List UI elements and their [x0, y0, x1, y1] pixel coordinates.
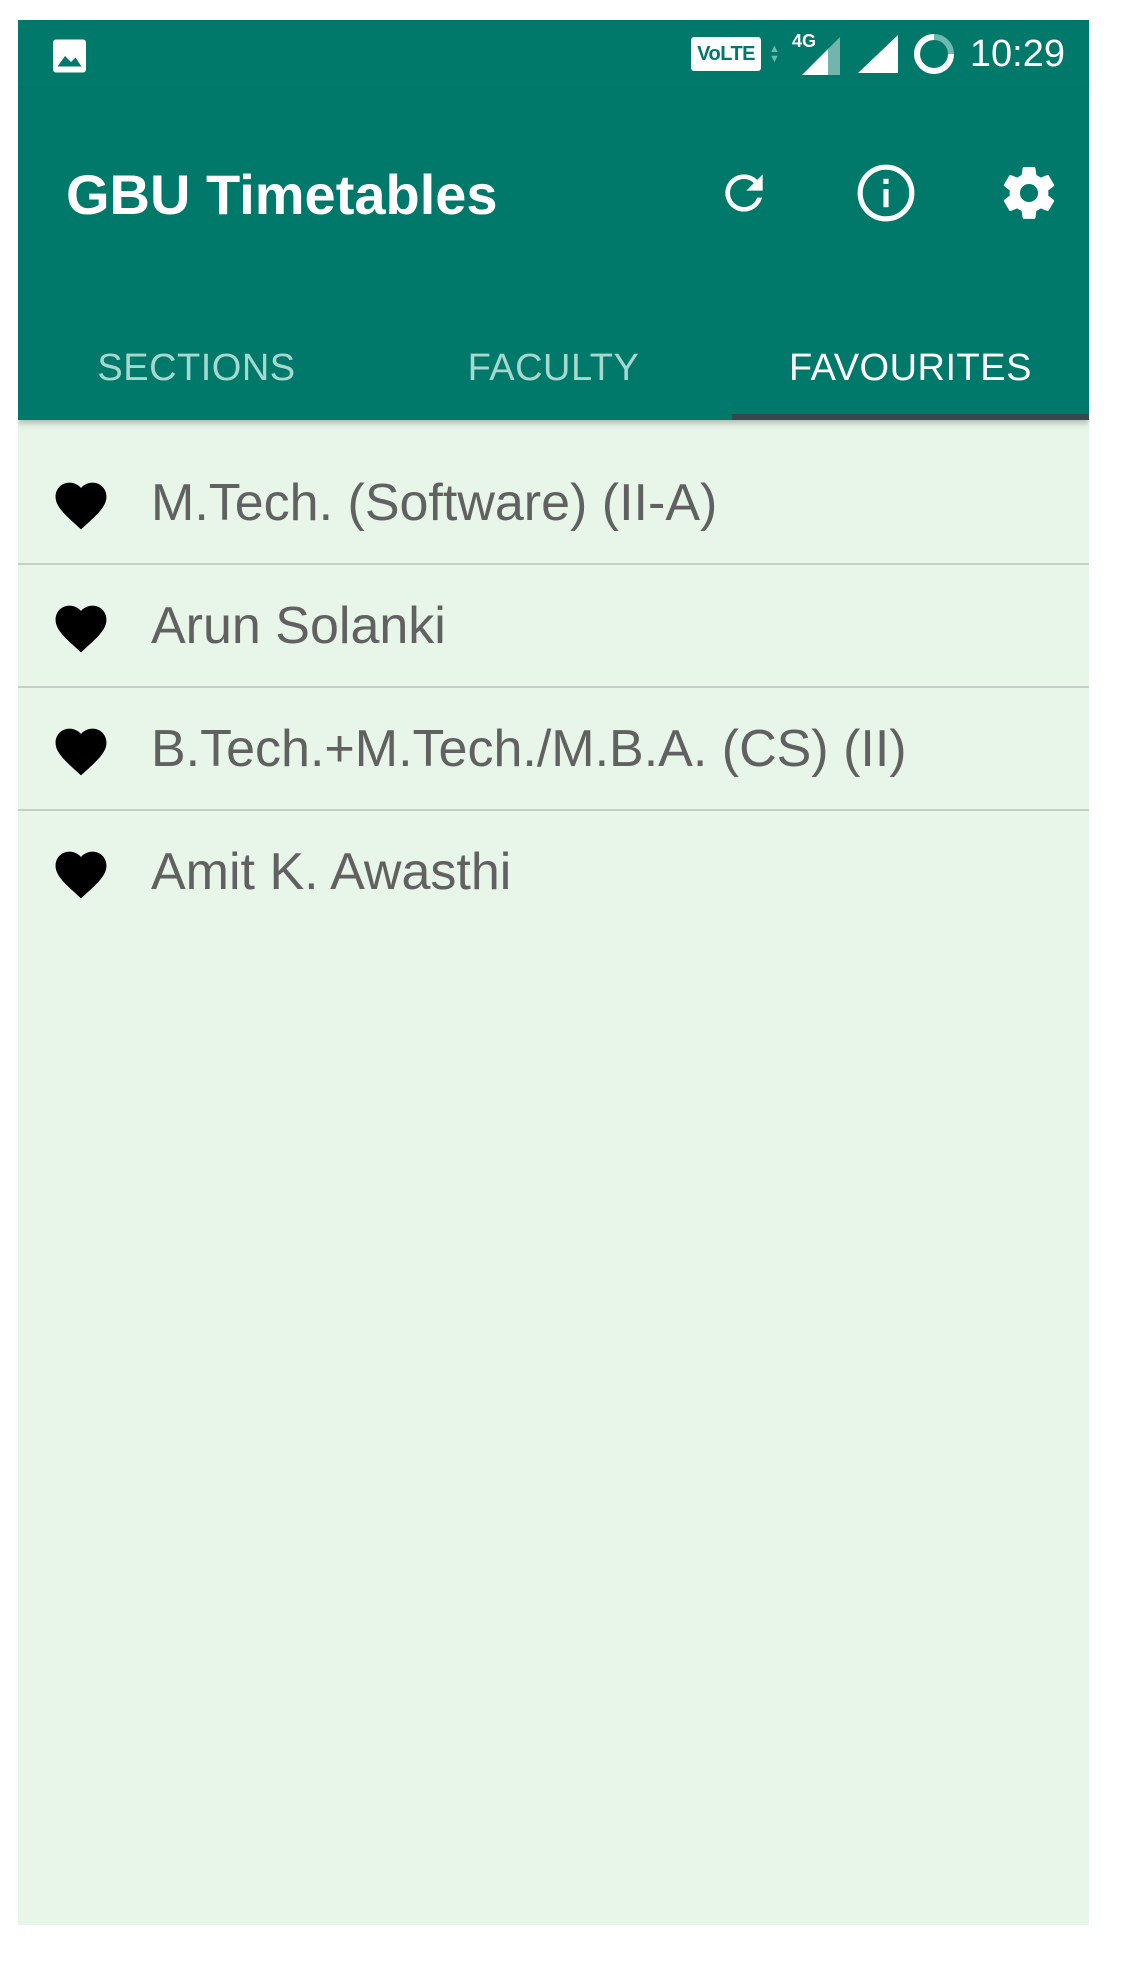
settings-icon [1003, 167, 1055, 219]
refresh-icon [725, 174, 763, 212]
app-title: GBU Timetables [66, 163, 498, 226]
list-item-label: Arun Solanki [151, 596, 446, 655]
battery-loading-icon [913, 34, 954, 74]
favourites-list: M.Tech. (Software) (II-A) Arun Solanki B… [18, 442, 1089, 932]
refresh-button[interactable] [709, 158, 779, 228]
list-item[interactable]: M.Tech. (Software) (II-A) [18, 442, 1089, 565]
heart-icon[interactable] [50, 721, 112, 777]
data-activity-icon: ▲ ▼ [769, 43, 780, 65]
list-item-label: B.Tech.+M.Tech./M.B.A. (CS) (II) [151, 719, 907, 778]
signal-icon [857, 35, 898, 73]
heart-icon[interactable] [50, 844, 112, 900]
cellular-4g-icon: 4G [792, 31, 840, 75]
tab-bar: SECTIONS FACULTY FAVOURITES [18, 316, 1089, 420]
info-icon [857, 164, 915, 222]
list-item-label: Amit K. Awasthi [151, 842, 512, 901]
heart-icon[interactable] [50, 475, 112, 531]
phone-screen: VoLTE ▲ ▼ 4G 10:29 GBU Timetables SECTIO… [18, 20, 1089, 1925]
heart-icon[interactable] [50, 598, 112, 654]
volte-badge: VoLTE [691, 37, 762, 71]
tab-faculty[interactable]: FACULTY [375, 316, 732, 420]
status-bar: VoLTE ▲ ▼ 4G 10:29 [18, 20, 1089, 88]
info-button[interactable] [851, 158, 921, 228]
settings-button[interactable] [994, 158, 1064, 228]
list-item[interactable]: Amit K. Awasthi [18, 811, 1089, 932]
status-time: 10:29 [969, 32, 1065, 75]
gallery-notification-icon [53, 39, 86, 73]
network-type-label: 4G [792, 31, 816, 51]
status-icons: VoLTE ▲ ▼ 4G 10:29 [691, 20, 1065, 88]
tab-sections[interactable]: SECTIONS [18, 316, 375, 420]
list-item[interactable]: Arun Solanki [18, 565, 1089, 688]
app-bar: GBU Timetables SECTIONS FACULTY FAVOURIT… [18, 88, 1089, 420]
list-item[interactable]: B.Tech.+M.Tech./M.B.A. (CS) (II) [18, 688, 1089, 811]
tab-favourites[interactable]: FAVOURITES [732, 316, 1089, 420]
list-item-label: M.Tech. (Software) (II-A) [151, 473, 718, 532]
